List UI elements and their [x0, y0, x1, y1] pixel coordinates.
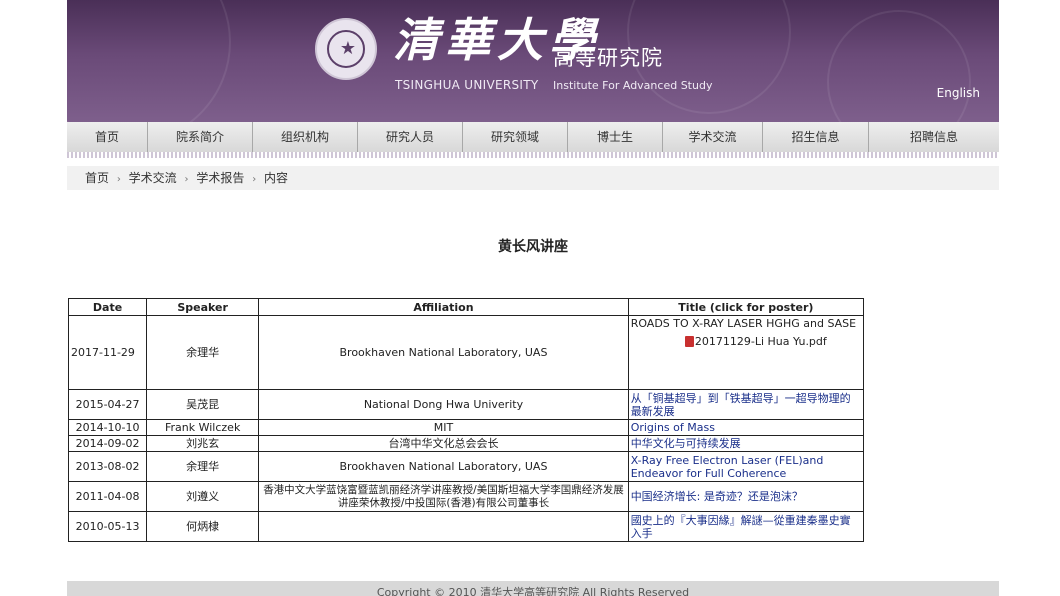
english-link[interactable]: English	[937, 86, 980, 100]
table-row: 2013-08-02 余理华 Brookhaven National Labor…	[67, 451, 865, 482]
poster-attachment-link[interactable]: 20171129-Li Hua Yu.pdf	[695, 335, 827, 348]
cell-speaker: 何炳棣	[146, 511, 260, 542]
cell-date: 2013-08-02	[67, 451, 148, 482]
page-title: 黄长风讲座	[498, 239, 568, 255]
table-row: 2010-05-13 何炳棣 國史上的『大事因緣』解謎—從重建秦墨史實入手	[67, 511, 865, 542]
lecture-title-link[interactable]: 中华文化与可持续发展	[631, 437, 741, 450]
nav-item-academic-exchange[interactable]: 学术交流	[663, 122, 763, 152]
lecture-title-link[interactable]: Origins of Mass	[631, 421, 715, 434]
cell-title: 中华文化与可持续发展	[627, 435, 865, 452]
nav-item-home[interactable]: 首页	[67, 122, 148, 152]
cell-date: 2011-04-08	[67, 481, 148, 512]
cell-date: 2015-04-27	[67, 389, 148, 420]
nav-divider-stripe	[67, 152, 999, 158]
cell-affiliation: National Dong Hwa Univerity	[258, 389, 629, 420]
lecture-title-link[interactable]: 中国经济增长: 是奇迹？还是泡沫？	[631, 490, 803, 503]
cell-date: 2014-10-10	[67, 419, 148, 436]
cell-title: Origins of Mass	[627, 419, 865, 436]
main-nav: 首页 院系简介 组织机构 研究人员 研究领域 博士生 学术交流 招生信息 招聘信…	[67, 122, 999, 153]
nav-item-admissions[interactable]: 招生信息	[763, 122, 869, 152]
cell-speaker: 余理华	[146, 315, 260, 390]
cell-speaker: Frank Wilczek	[146, 419, 260, 436]
cell-title: 从「铜基超导」到「铁基超导」一超导物理的最新发展	[627, 389, 865, 420]
cell-speaker: 刘兆玄	[146, 435, 260, 452]
cell-affiliation: Brookhaven National Laboratory, UAS	[258, 315, 629, 390]
cell-title: 國史上的『大事因緣』解謎—從重建秦墨史實入手	[627, 511, 865, 542]
institute-name-en: Institute For Advanced Study	[553, 79, 713, 92]
poster-attachment[interactable]: 20171129-Li Hua Yu.pdf	[631, 330, 861, 349]
cell-date: 2014-09-02	[67, 435, 148, 452]
lecture-title-link[interactable]: X-Ray Free Electron Laser (FEL)and Endea…	[631, 454, 824, 480]
breadcrumb-academic-exchange[interactable]: 学术交流	[129, 171, 177, 185]
cell-date: 2017-11-29	[67, 315, 148, 390]
table-row: 2011-04-08 刘遵义 香港中文大学蓝饶富暨蓝凯丽经济学讲座教授/美国斯坦…	[67, 481, 865, 512]
table-row: 2015-04-27 吴茂昆 National Dong Hwa Univeri…	[67, 389, 865, 420]
lecture-title-text: ROADS TO X-RAY LASER HGHG and SASE	[630, 317, 857, 330]
page-container: ★ 清華大學 TSINGHUA UNIVERSITY 高等研究院 Institu…	[67, 0, 999, 596]
table-row: 2017-11-29 余理华 Brookhaven National Labor…	[67, 315, 865, 390]
gear-decoration	[827, 10, 971, 122]
university-name-en: TSINGHUA UNIVERSITY	[395, 78, 539, 92]
footer-copyright: Copyright © 2010 清华大学高等研究院 All Rights Re…	[376, 586, 690, 596]
cell-affiliation: 香港中文大学蓝饶富暨蓝凯丽经济学讲座教授/美国斯坦福大学李国鼎经济发展讲座荣休教…	[258, 481, 629, 512]
cell-title: X-Ray Free Electron Laser (FEL)and Endea…	[627, 451, 865, 482]
lecture-title-link[interactable]: 从「铜基超导」到「铁基超导」一超导物理的最新发展	[631, 392, 851, 418]
breadcrumb-separator: ›	[116, 174, 121, 185]
cell-affiliation: 台湾中华文化总会会长	[258, 435, 629, 452]
table-header-row: Date Speaker Affiliation Title (click fo…	[67, 298, 865, 316]
institute-name-cn: 高等研究院	[553, 46, 663, 70]
lecture-table: Date Speaker Affiliation Title (click fo…	[67, 298, 865, 542]
breadcrumb-separator: ›	[184, 174, 189, 185]
lecture-title-link[interactable]: 國史上的『大事因緣』解謎—從重建秦墨史實入手	[631, 514, 851, 540]
cell-speaker: 吴茂昆	[146, 389, 260, 420]
cell-speaker: 刘遵义	[146, 481, 260, 512]
gear-decoration	[67, 0, 231, 122]
nav-item-about[interactable]: 院系简介	[148, 122, 253, 152]
column-header-date: Date	[67, 298, 148, 316]
breadcrumb: 首页 › 学术交流 › 学术报告 › 内容	[67, 166, 999, 190]
breadcrumb-current: 内容	[264, 171, 289, 185]
cell-date: 2010-05-13	[67, 511, 148, 542]
breadcrumb-home[interactable]: 首页	[85, 171, 109, 185]
cell-title: 中国经济增长: 是奇迹？还是泡沫？	[627, 481, 865, 512]
table-row: 2014-09-02 刘兆玄 台湾中华文化总会会长 中华文化与可持续发展	[67, 435, 865, 452]
nav-item-phd[interactable]: 博士生	[568, 122, 663, 152]
nav-item-researchers[interactable]: 研究人员	[358, 122, 463, 152]
nav-item-research-areas[interactable]: 研究领域	[463, 122, 568, 152]
cell-affiliation	[258, 511, 629, 542]
column-header-speaker: Speaker	[146, 298, 260, 316]
cell-title: ROADS TO X-RAY LASER HGHG and SASE 20171…	[627, 315, 865, 390]
breadcrumb-academic-reports[interactable]: 学术报告	[196, 171, 244, 185]
cell-affiliation: Brookhaven National Laboratory, UAS	[258, 451, 629, 482]
breadcrumb-separator: ›	[252, 174, 257, 185]
footer: Copyright © 2010 清华大学高等研究院 All Rights Re…	[67, 581, 999, 596]
cell-speaker: 余理华	[146, 451, 260, 482]
nav-item-organization[interactable]: 组织机构	[253, 122, 358, 152]
university-seal-logo[interactable]: ★	[315, 18, 377, 80]
pdf-icon	[684, 336, 694, 347]
cell-affiliation: MIT	[258, 419, 629, 436]
nav-item-recruitment[interactable]: 招聘信息	[869, 122, 999, 152]
column-header-title: Title (click for poster)	[627, 298, 865, 316]
table-row: 2014-10-10 Frank Wilczek MIT Origins of …	[67, 419, 865, 436]
column-header-affiliation: Affiliation	[258, 298, 629, 316]
header-banner: ★ 清華大學 TSINGHUA UNIVERSITY 高等研究院 Institu…	[67, 0, 999, 122]
